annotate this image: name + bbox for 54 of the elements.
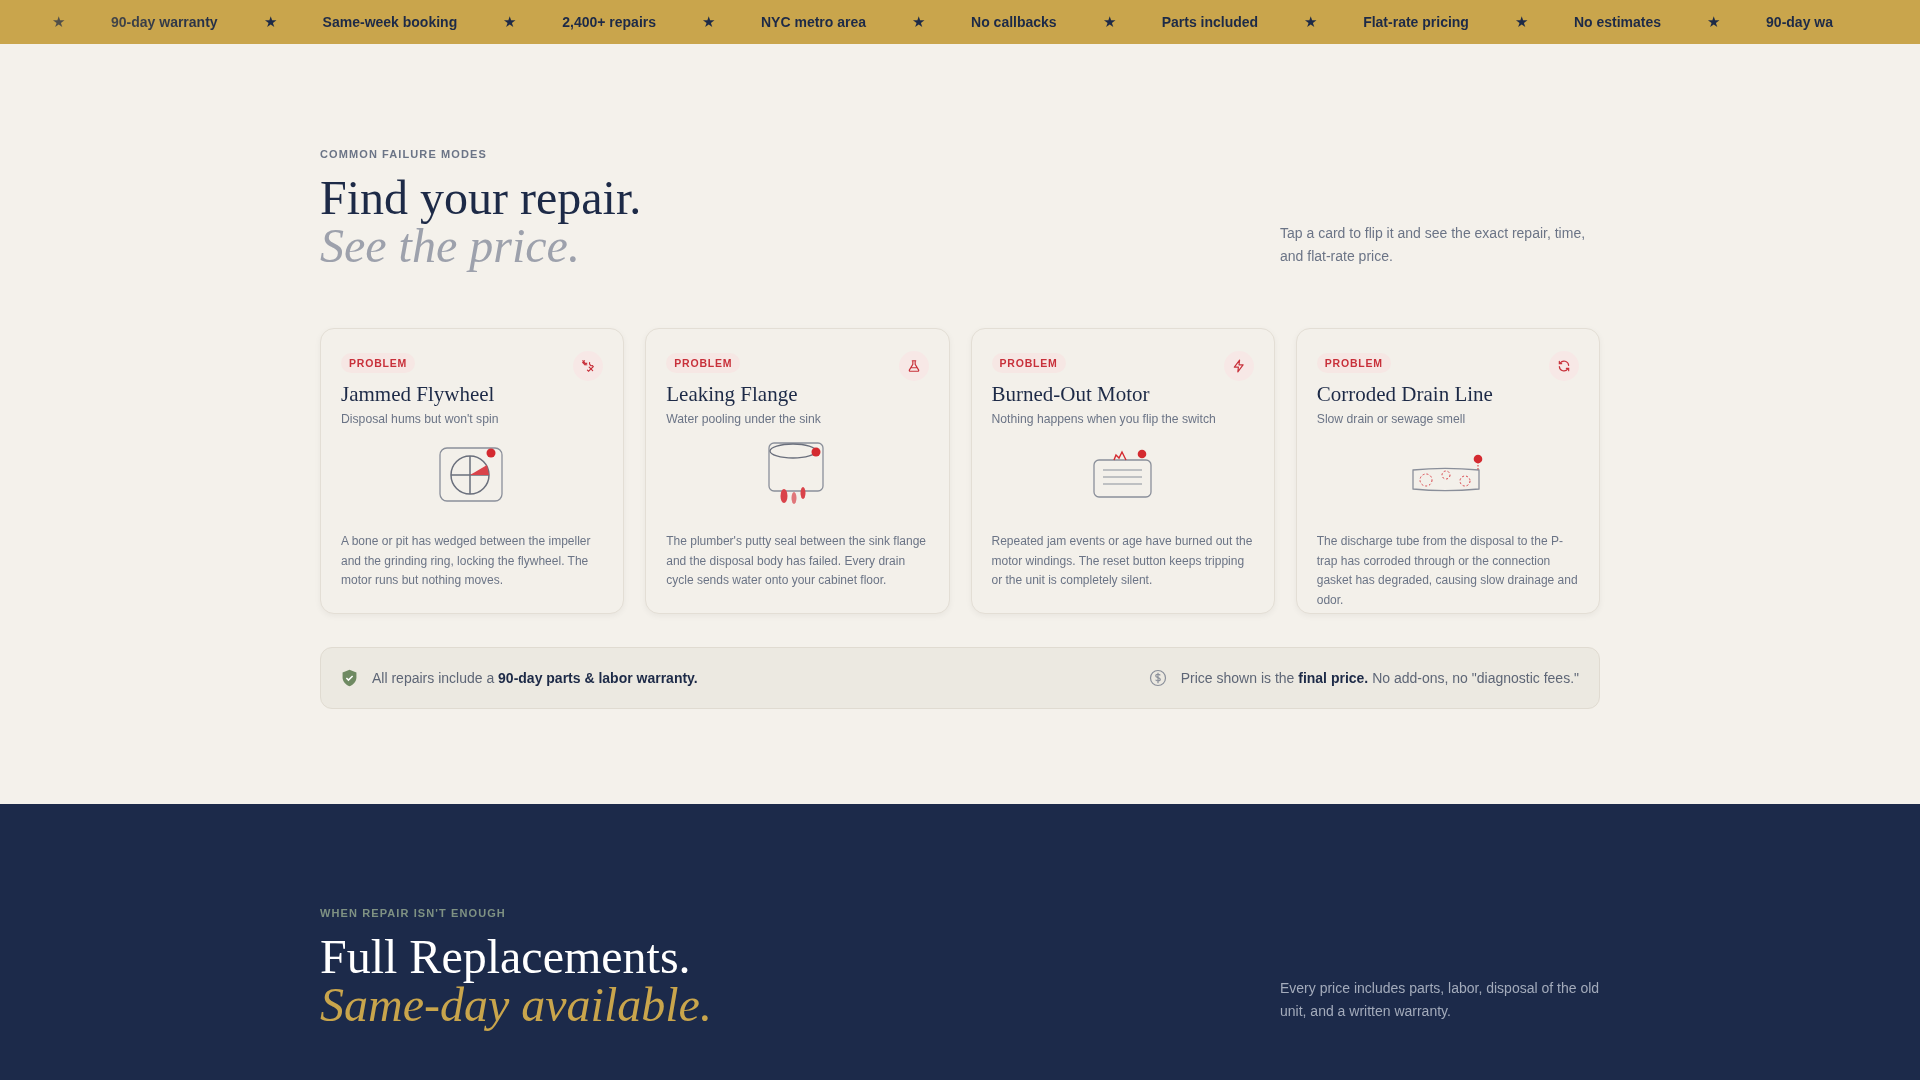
problem-tag: PROBLEM [1316,353,1391,373]
star-icon: ★ [912,13,926,31]
card-description: A bone or pit has wedged between the impeller and the grinding ring, locking the flywheel. The motor runs but nothing moves. [341,533,592,589]
ticker-text: Same-week booking [322,14,458,30]
star-icon: ★ [1707,13,1721,31]
card-title: Jammed Flywheel [341,382,496,407]
problem-card[interactable]: PROBLEM Burned-Out Motor Nothing happens when you flip the switch Repeated jam events or age have burned out the motor windings. The reset button keeps tripping or the unit is completely silent. [970,328,1275,614]
ticker-text: 90-day warranty [111,14,218,30]
card-description: The discharge tube from the disposal to the P-trap has corroded through or the connection gasket has degraded, causing slow drainage and odor. [1316,533,1579,609]
ticker-text: 2,400+ repairs [562,14,656,30]
problem-card[interactable]: PROBLEM Leaking Flange Water pooling under the sink The plumber's putty seal between the sink flange and the disposal body has failed. Every drain cycle sends water onto your cabinet floor. [645,328,950,614]
section-title: Full Replacements. [320,933,692,981]
section-eyebrow: COMMON FAILURE MODES [320,148,488,160]
star-icon: ★ [702,13,715,31]
problem-card[interactable]: PROBLEM Corroded Drain Line Slow drain or sewage smell The discharge tube from the disposal to the P-trap has corroded through or the connection gasket has degraded, causing slow drainage and odor. [1295,328,1600,614]
section-intro: Every price includes parts, labor, disposal of the old unit, and a written warranty. [1280,979,1600,1021]
star-icon: ★ [1304,13,1318,31]
guarantee-text: Price shown is the final price. No add-ons, no "diagnostic fees." [1180,670,1579,686]
problem-card[interactable]: PROBLEM Jammed Flywheel Disposal hums but won't spin A bone or pit has wedged between the impeller and the grinding ring, locking the flywheel. The motor runs but nothing moves. [320,328,625,614]
card-title: Burned-Out Motor [991,382,1151,407]
card-title: Leaking Flange [666,382,799,407]
ticker-text: NYC metro area [761,14,867,30]
lightning-icon [1231,359,1246,373]
card-description: The plumber's putty seal between the sink flange and the disposal body has failed. Every drain cycle sends water onto your cabinet floor. [666,533,928,589]
card-symptom: Nothing happens when you flip the switch [991,412,1217,426]
section-intro: Tap a card to flip it and see the exact repair, time, and flat-rate price. [1280,224,1587,266]
ticker-text: Parts included [1161,14,1259,30]
flywheel-drawing [439,445,506,503]
flask-icon [906,359,921,373]
card-symptom: Slow drain or sewage smell [1316,412,1467,426]
star-icon: ★ [263,13,277,31]
ticker-text: No callbacks [971,14,1057,30]
ticker-text: 90-day wa [1766,14,1833,30]
guarantee-text: All repairs include a 90-day parts & labor warranty. [372,670,698,686]
section-eyebrow: WHEN REPAIR ISN'T ENOUGH [320,907,507,919]
ticker-text: No estimates [1573,14,1662,30]
card-symptom: Disposal hums but won't spin [341,412,500,426]
problem-tag: PROBLEM [666,353,741,373]
star-icon: ★ [52,13,65,31]
card-title: Corroded Drain Line [1316,382,1494,407]
star-icon: ★ [503,13,517,31]
leaking-flange-drawing [768,442,827,506]
card-description: Repeated jam events or age have burned out the motor windings. The reset button keeps tripping or the unit is completely silent. [991,533,1254,589]
problem-tag: PROBLEM [991,353,1066,373]
refresh-icon [1557,359,1571,373]
card-symptom: Water pooling under the sink [666,412,822,426]
ticker-text: Flat-rate pricing [1363,14,1469,30]
star-icon: ★ [1514,13,1528,31]
shield-check-icon [341,669,358,687]
star-icon: ★ [1102,13,1116,31]
section-title: Find your repair. [320,174,642,222]
dollar-circle-icon [1148,669,1167,687]
problem-tag: PROBLEM [341,353,416,373]
motor-drawing [1092,449,1153,499]
